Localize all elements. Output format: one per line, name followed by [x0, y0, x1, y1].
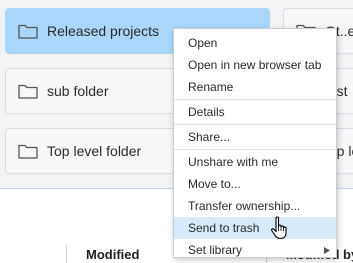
menu-item-transfer-ownership[interactable]: Transfer ownership...	[174, 195, 336, 217]
column-separator	[66, 244, 67, 263]
context-menu: Open Open in new browser tab Rename Deta…	[173, 28, 337, 258]
folder-icon	[18, 24, 38, 39]
menu-separator	[174, 149, 336, 150]
menu-item-rename[interactable]: Rename	[174, 76, 336, 98]
menu-item-open[interactable]: Open	[174, 32, 336, 54]
menu-item-details[interactable]: Details	[174, 101, 336, 123]
menu-item-move-to[interactable]: Move to...	[174, 173, 336, 195]
menu-item-open-new-tab[interactable]: Open in new browser tab	[174, 54, 336, 76]
chevron-right-icon	[324, 247, 330, 254]
menu-item-send-to-trash[interactable]: Send to trash	[174, 217, 336, 239]
menu-separator	[174, 124, 336, 125]
menu-item-label: Set library	[188, 243, 243, 257]
menu-item-share[interactable]: Share...	[174, 126, 336, 148]
folder-label: Released projects	[47, 23, 160, 39]
hand-pointer-icon	[271, 216, 287, 240]
menu-separator	[174, 99, 336, 100]
folder-label: Top level folder	[47, 143, 142, 159]
column-header-modified[interactable]: Modified	[86, 247, 139, 262]
menu-item-unshare[interactable]: Unshare with me	[174, 151, 336, 173]
folder-icon	[18, 84, 38, 99]
menu-item-set-library[interactable]: Set library	[174, 239, 336, 261]
folder-icon	[18, 144, 38, 159]
folder-label: sub folder	[47, 83, 109, 99]
